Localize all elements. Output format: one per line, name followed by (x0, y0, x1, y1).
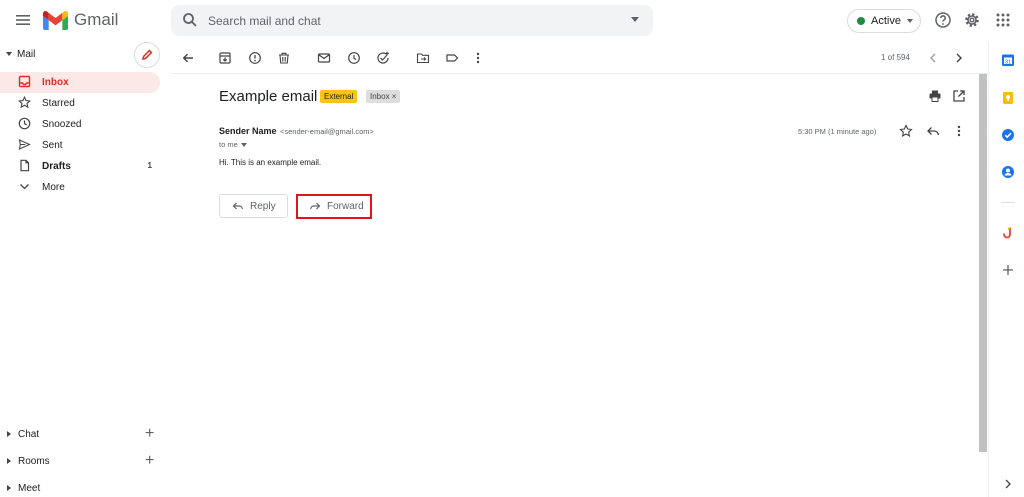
main-menu-icon[interactable] (14, 11, 32, 29)
section-label: Meet (18, 483, 41, 494)
reply-button[interactable]: Reply (219, 194, 288, 218)
tasks-icon[interactable] (1001, 128, 1015, 142)
email-timestamp: 5:30 PM (1 minute ago) (798, 127, 877, 136)
sidebar-item-label: Starred (42, 98, 75, 109)
chevron-down-icon (240, 143, 247, 148)
inbox-icon (18, 75, 31, 88)
sidebar-item-snoozed[interactable]: Snoozed (0, 114, 160, 135)
search-icon[interactable] (182, 12, 198, 28)
print-icon[interactable] (928, 89, 942, 103)
mail-section-label: Mail (17, 49, 36, 60)
email-body: Hi. This is an example email. (219, 158, 322, 167)
clock-icon (18, 117, 31, 130)
side-panel-divider (1001, 202, 1015, 203)
scrollbar[interactable] (979, 74, 987, 452)
report-spam-icon[interactable] (248, 51, 262, 65)
forward-highlight-box (296, 194, 372, 219)
chevron-down-icon (906, 19, 913, 23)
recipients-toggle[interactable]: to me (219, 140, 247, 149)
expand-icon (7, 458, 11, 464)
delete-icon[interactable] (277, 51, 291, 65)
draft-icon (20, 159, 30, 172)
sidebar-item-label: Inbox (42, 77, 69, 88)
star-icon (18, 96, 31, 109)
snooze-icon[interactable] (347, 51, 361, 65)
collapse-icon (6, 52, 12, 56)
add-chat-icon[interactable]: + (145, 426, 154, 442)
sidebar-item-starred[interactable]: Starred (0, 93, 160, 114)
side-panel: 31 (988, 42, 1024, 497)
chevron-right-icon[interactable] (952, 51, 966, 65)
email-subject: Example email (219, 88, 318, 105)
pencil-icon (141, 49, 153, 61)
recipients-text: to me (219, 140, 238, 149)
gmail-m-icon (43, 10, 68, 30)
reply-icon (232, 202, 243, 210)
app-name: Gmail (74, 10, 119, 29)
status-label: Active (871, 15, 901, 27)
mark-unread-icon[interactable] (317, 51, 331, 65)
sidebar-section-rooms[interactable]: Rooms + (0, 453, 170, 470)
inbox-label[interactable]: Inbox × (366, 90, 401, 103)
sidebar-item-drafts[interactable]: Drafts 1 (0, 156, 160, 177)
chevron-left-icon[interactable] (926, 51, 940, 65)
sidebar-item-label: Drafts (42, 161, 71, 172)
status-selector[interactable]: Active (847, 9, 921, 33)
sidebar-section-meet[interactable]: Meet (0, 481, 170, 497)
calendar-icon[interactable]: 31 (1001, 53, 1015, 67)
move-to-icon[interactable] (416, 51, 430, 65)
expand-icon (7, 431, 11, 437)
add-task-icon[interactable] (376, 51, 390, 65)
top-bar: Gmail Active (0, 0, 1024, 42)
toolbar-divider (170, 73, 988, 74)
archive-icon[interactable] (218, 51, 232, 65)
compose-button[interactable] (134, 42, 160, 68)
open-in-new-window-icon[interactable] (952, 89, 966, 103)
chevron-down-icon (20, 184, 29, 190)
settings-gear-icon[interactable] (963, 11, 981, 29)
sidebar-item-label: Snoozed (42, 119, 82, 130)
send-icon (18, 139, 31, 150)
sidebar-item-more[interactable]: More (0, 177, 160, 198)
contacts-icon[interactable] (1001, 165, 1015, 179)
chevron-right-icon[interactable] (1001, 477, 1015, 491)
back-icon[interactable] (181, 51, 195, 65)
sidebar-item-inbox[interactable]: Inbox (0, 72, 160, 93)
search-options-icon[interactable] (631, 17, 639, 22)
section-label: Chat (18, 429, 40, 440)
add-addon-icon[interactable] (1001, 263, 1015, 277)
sender-email: <sender-email@gmail.com> (280, 127, 374, 136)
more-vert-icon[interactable] (471, 51, 485, 65)
drafts-count: 1 (147, 161, 152, 170)
sidebar: Mail Inbox Starred Snoozed Sent Drafts 1… (0, 42, 170, 497)
search-input[interactable] (208, 11, 608, 31)
pagination-text: 1 of 594 (881, 53, 910, 62)
external-label: External (320, 90, 358, 103)
label-icon[interactable] (445, 51, 459, 65)
apps-grid-icon[interactable] (994, 11, 1012, 29)
help-icon[interactable] (934, 11, 952, 29)
search-bar[interactable] (171, 5, 653, 36)
status-dot (857, 17, 865, 25)
addon-hook-icon[interactable] (1001, 226, 1015, 240)
sender-name: Sender Name (219, 126, 277, 136)
reply-icon[interactable] (926, 124, 940, 138)
expand-icon (7, 485, 11, 491)
star-icon[interactable] (899, 124, 913, 138)
sidebar-item-label: More (42, 182, 65, 193)
reply-label: Reply (250, 200, 276, 212)
sidebar-item-sent[interactable]: Sent (0, 135, 160, 156)
svg-text:31: 31 (1005, 59, 1011, 65)
more-vert-icon[interactable] (952, 124, 966, 138)
gmail-logo[interactable]: Gmail (43, 10, 118, 30)
add-room-icon[interactable]: + (145, 453, 154, 469)
section-label: Rooms (18, 456, 50, 467)
keep-icon[interactable] (1001, 91, 1015, 105)
sidebar-section-chat[interactable]: Chat + (0, 426, 170, 443)
sidebar-item-label: Sent (42, 140, 63, 151)
